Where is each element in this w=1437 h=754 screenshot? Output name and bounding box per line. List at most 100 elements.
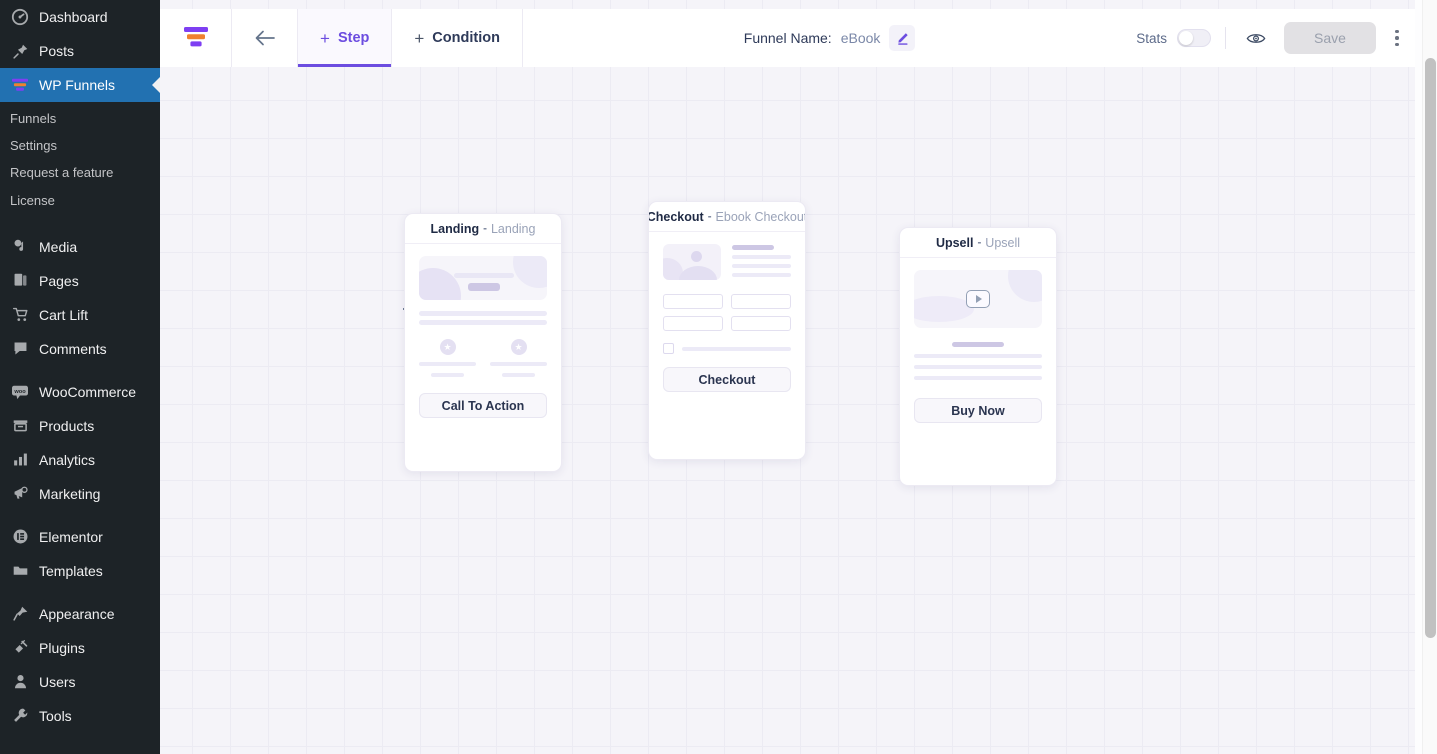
feature-line: [501, 373, 536, 377]
sidebar-item-wp-funnels[interactable]: WP Funnels: [0, 68, 160, 102]
sidebar-item-pages[interactable]: Pages: [0, 264, 160, 298]
node-cta-button[interactable]: Buy Now: [914, 398, 1042, 423]
form-fields-grid: [663, 294, 791, 331]
funnel-canvas[interactable]: Landing - Landing ★ ★ Call To Action Che…: [160, 67, 1422, 754]
sidebar-item-marketing[interactable]: Marketing: [0, 477, 160, 511]
products-icon: [10, 416, 30, 436]
toolbar-divider: [1225, 27, 1226, 49]
sidebar-item-label: Pages: [39, 272, 79, 289]
eye-preview-icon[interactable]: [1242, 24, 1270, 52]
sidebar-item-appearance[interactable]: Appearance: [0, 597, 160, 631]
sidebar-item-media[interactable]: Media: [0, 230, 160, 264]
text-line: [732, 255, 791, 259]
offer-text-group: [914, 342, 1042, 380]
hero-headline-bar: [454, 273, 514, 278]
analytics-icon: [10, 450, 30, 470]
sidebar-item-label: WP Funnels: [39, 77, 115, 93]
sidebar-item-templates[interactable]: Templates: [0, 554, 160, 588]
sidebar-item-label: Posts: [39, 43, 75, 59]
save-button[interactable]: Save: [1284, 22, 1376, 54]
text-line: [914, 354, 1042, 358]
sidebar-item-dashboard[interactable]: Dashboard: [0, 0, 160, 34]
sidebar-separator: [0, 511, 160, 520]
media-icon: [10, 237, 30, 257]
pencil-edit-icon[interactable]: [889, 25, 916, 51]
submenu-item-settings[interactable]: Settings: [0, 133, 160, 160]
node-header: Landing - Landing: [405, 214, 561, 244]
appearance-icon: [10, 604, 30, 624]
canvas-top-strip: [160, 0, 1422, 9]
tab-add-condition[interactable]: + Condition: [392, 9, 523, 67]
scrollbar-thumb[interactable]: [1425, 58, 1436, 638]
vertical-scrollbar[interactable]: [1422, 0, 1437, 754]
features-row: ★ ★: [419, 339, 547, 377]
users-icon: [10, 672, 30, 692]
sidebar-item-products[interactable]: Products: [0, 409, 160, 443]
plus-icon: +: [320, 28, 330, 48]
sidebar-separator: [0, 588, 160, 597]
tab-add-step[interactable]: + Step: [298, 9, 393, 67]
form-field-placeholder[interactable]: [731, 294, 791, 309]
node-separator: -: [483, 222, 487, 235]
wp-admin-screen: Dashboard Posts WP Funnels Funnels Setti…: [0, 0, 1437, 754]
funnel-node-upsell[interactable]: Upsell - Upsell Buy Now: [899, 227, 1057, 486]
sidebar-item-elementor[interactable]: Elementor: [0, 520, 160, 554]
current-menu-pointer: [152, 77, 160, 93]
text-line: [732, 264, 791, 268]
sidebar-item-label: Templates: [39, 562, 103, 579]
funnel-node-landing[interactable]: Landing - Landing ★ ★ Call To Action: [404, 213, 562, 472]
node-cta-button[interactable]: Checkout: [663, 367, 791, 392]
funnel-node-checkout[interactable]: Checkout - Ebook Checkout Checkout: [648, 201, 806, 460]
play-triangle: [976, 295, 982, 303]
kebab-menu-icon[interactable]: [1386, 24, 1408, 52]
text-line: [732, 273, 791, 277]
node-subtitle: Landing: [490, 221, 536, 236]
comments-icon: [10, 339, 30, 359]
sidebar-item-label: Cart Lift: [39, 306, 89, 323]
sidebar-item-comments[interactable]: Comments: [0, 332, 160, 366]
templates-icon: [10, 561, 30, 581]
cart-icon: [10, 305, 30, 325]
sidebar-item-label: Comments: [39, 340, 107, 357]
back-arrow-icon[interactable]: [232, 9, 298, 67]
dashboard-icon: [10, 7, 30, 27]
feature-line: [419, 362, 476, 366]
text-line: [419, 320, 547, 325]
sidebar-item-users[interactable]: Users: [0, 665, 160, 699]
sidebar-item-analytics[interactable]: Analytics: [0, 443, 160, 477]
submenu-item-license[interactable]: License: [0, 188, 160, 215]
stats-toggle[interactable]: [1177, 29, 1211, 47]
sidebar-item-cart-lift[interactable]: Cart Lift: [0, 298, 160, 332]
sidebar-item-label: Dashboard: [39, 9, 108, 25]
form-field-placeholder[interactable]: [731, 316, 791, 331]
sidebar-item-tools[interactable]: Tools: [0, 699, 160, 733]
form-field-placeholder[interactable]: [663, 294, 723, 309]
form-field-placeholder[interactable]: [663, 316, 723, 331]
sidebar-separator: [0, 366, 160, 375]
decor-blob: [679, 266, 717, 280]
node-cta-button[interactable]: Call To Action: [419, 393, 547, 418]
product-summary-row: [663, 244, 791, 280]
node-separator: -: [707, 210, 712, 223]
tab-add-step-label: Step: [337, 30, 370, 46]
star-icon: ★: [510, 339, 527, 355]
terms-checkbox[interactable]: [663, 343, 674, 354]
text-line: [914, 365, 1042, 369]
woocommerce-icon: woo: [10, 382, 30, 402]
submenu-item-request-a-feature[interactable]: Request a feature: [0, 160, 160, 187]
sidebar-item-posts[interactable]: Posts: [0, 34, 160, 68]
sidebar-item-woocommerce[interactable]: woo WooCommerce: [0, 375, 160, 409]
node-body: Checkout: [649, 232, 805, 406]
wp-funnels-logo-icon[interactable]: [160, 9, 232, 67]
sidebar-item-plugins[interactable]: Plugins: [0, 631, 160, 665]
submenu-item-funnels[interactable]: Funnels: [0, 106, 160, 133]
stats-label: Stats: [1136, 30, 1167, 46]
funnel-builder-toolbar: + Step + Condition Funnel Name: eBook St…: [160, 9, 1422, 67]
node-subtitle: Upsell: [985, 235, 1021, 250]
wp-funnels-submenu: Funnels Settings Request a feature Licen…: [0, 102, 160, 221]
terms-line: [682, 346, 791, 351]
funnel-name-value: eBook: [840, 30, 881, 46]
plugins-icon: [10, 638, 30, 658]
play-video-icon[interactable]: [966, 290, 990, 308]
decor-wave: [914, 296, 974, 322]
